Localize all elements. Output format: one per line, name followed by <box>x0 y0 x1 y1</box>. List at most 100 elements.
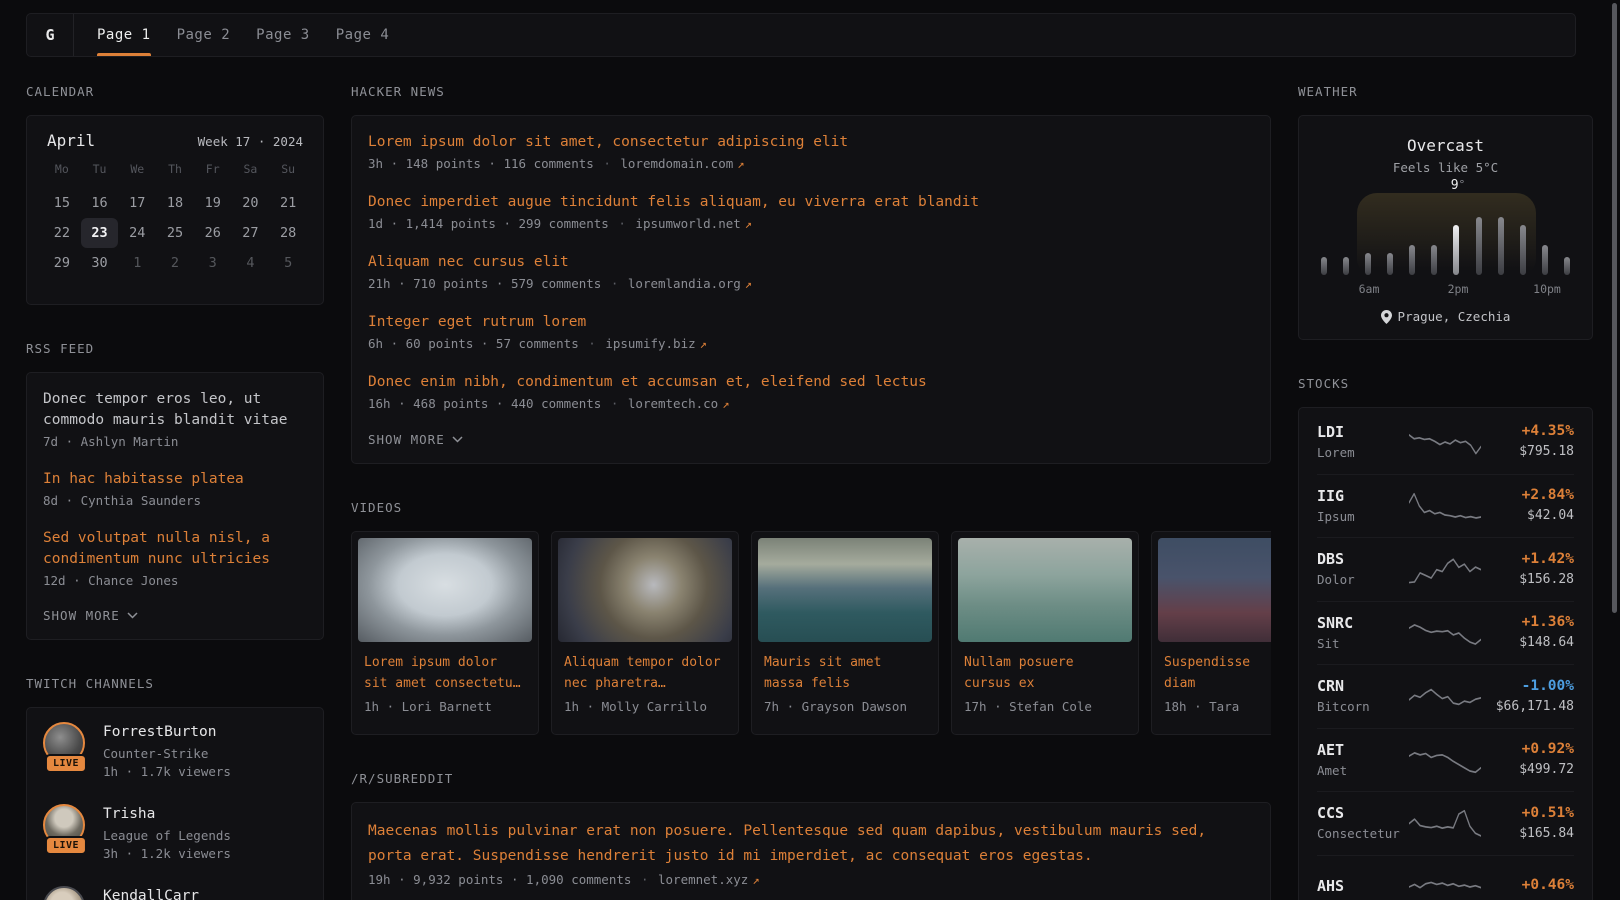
stock-row[interactable]: SNRC Sit +1.36% $148.64 <box>1317 601 1574 665</box>
hn-story-meta: 6h · 60 points · 57 comments · ipsumify.… <box>368 335 1254 353</box>
video-card-body: Aliquam tempor dolor nec pharetra… 1h · … <box>558 642 732 714</box>
hn-story-domain-link[interactable]: ipsumify.biz↗ <box>605 336 707 351</box>
hn-story-title[interactable]: Donec imperdiet augue tincidunt felis al… <box>368 192 1254 213</box>
stock-sparkline <box>1409 614 1481 652</box>
video-thumbnail[interactable] <box>358 538 532 642</box>
stock-row[interactable]: CRN Bitcorn -1.00% $66,171.48 <box>1317 664 1574 728</box>
chevron-down-icon <box>452 436 463 443</box>
reddit-post-domain-link[interactable]: loremnet.xyz↗ <box>658 872 760 887</box>
twitch-section-label: TWITCH CHANNELS <box>26 678 324 690</box>
calendar-weekday: Su <box>269 162 307 176</box>
stock-price: $156.28 <box>1481 571 1574 589</box>
hn-story-stats: 16h · 468 points · 440 comments <box>368 396 601 411</box>
video-thumbnail[interactable] <box>758 538 932 642</box>
twitch-channel-category[interactable]: League of Legends <box>103 826 231 845</box>
hn-story-domain-link[interactable]: loremlandia.org↗ <box>628 276 752 291</box>
reddit-post-title[interactable]: Maecenas mollis pulvinar erat non posuer… <box>368 819 1254 869</box>
hn-story-meta: 16h · 468 points · 440 comments · loremt… <box>368 395 1254 413</box>
rss-item-title[interactable]: Donec tempor eros leo, ut commodo mauris… <box>43 389 307 431</box>
video-title[interactable]: Mauris sit amet massa felis <box>764 652 926 694</box>
weather-hour-bar <box>1520 225 1526 275</box>
hn-story-title[interactable]: Aliquam nec cursus elit <box>368 252 1254 273</box>
hn-story-domain-link[interactable]: ipsumworld.net↗ <box>635 216 752 231</box>
rss-item: In hac habitasse platea 8d · Cynthia Sau… <box>43 469 307 510</box>
stock-price: $148.64 <box>1481 634 1574 652</box>
hn-story-domain-link[interactable]: loremtech.co↗ <box>628 396 730 411</box>
weather-condition: Overcast <box>1321 136 1570 155</box>
video-title[interactable]: Lorem ipsum dolor sit amet consectetu… <box>364 652 526 694</box>
video-title[interactable]: Aliquam tempor dolor nec pharetra… <box>564 652 726 694</box>
stock-price: $795.18 <box>1481 443 1574 461</box>
stock-ticker: IIG <box>1317 486 1409 506</box>
stock-change-percent: +1.36% <box>1481 613 1574 632</box>
twitch-channel-name[interactable]: KendallCarr <box>103 886 199 900</box>
twitch-channel-category[interactable]: Counter-Strike <box>103 744 231 763</box>
video-card: Aliquam tempor dolor nec pharetra… 1h · … <box>551 531 739 735</box>
weather-location: Prague, Czechia <box>1321 309 1570 324</box>
stock-row[interactable]: IIG Ipsum +2.84% $42.04 <box>1317 474 1574 538</box>
stock-row[interactable]: AET Amet +0.92% $499.72 <box>1317 728 1574 792</box>
video-thumbnail[interactable] <box>558 538 732 642</box>
hn-story-domain-link[interactable]: loremdomain.com↗ <box>620 156 744 171</box>
twitch-avatar[interactable]: LIVE <box>43 804 89 863</box>
hn-story: Integer eget rutrum lorem 6h · 60 points… <box>368 312 1254 353</box>
hn-story-title[interactable]: Donec enim nibh, condimentum et accumsan… <box>368 372 1254 393</box>
twitch-channel-info: KendallCarr <box>103 886 199 900</box>
stock-row[interactable]: LDI Lorem +4.35% $795.18 <box>1317 410 1574 474</box>
video-thumbnail[interactable] <box>1158 538 1271 642</box>
hn-show-more-label: SHOW MORE <box>368 432 445 447</box>
rss-show-more-button[interactable]: SHOW MORE <box>43 608 138 623</box>
stock-name: Dolor <box>1317 571 1409 589</box>
rss-widget: RSS FEED Donec tempor eros leo, ut commo… <box>26 343 324 640</box>
reddit-post-domain: loremnet.xyz <box>658 872 748 887</box>
stock-row[interactable]: AHS +0.46% <box>1317 855 1574 900</box>
twitch-avatar[interactable] <box>43 886 89 900</box>
weather-hour-bar <box>1343 257 1349 275</box>
hn-story-title[interactable]: Integer eget rutrum lorem <box>368 312 1254 333</box>
tab-page[interactable]: Page 4 <box>324 14 402 56</box>
videos-widget: VIDEOS Lorem ipsum dolor sit amet consec… <box>351 502 1271 735</box>
weather-hour-bar <box>1542 245 1548 275</box>
calendar-weekday: Th <box>156 162 194 176</box>
video-card-body: Suspendisse diam 18h · Tara <box>1158 642 1271 714</box>
twitch-avatar[interactable]: LIVE <box>43 722 89 781</box>
video-thumbnail[interactable] <box>958 538 1132 642</box>
video-meta: 18h · Tara <box>1164 699 1271 714</box>
hn-story-title[interactable]: Lorem ipsum dolor sit amet, consectetur … <box>368 132 1254 153</box>
app-logo[interactable]: G <box>27 14 73 56</box>
calendar-day: 28 <box>269 218 307 248</box>
hn-story-domain: loremdomain.com <box>620 156 733 171</box>
rss-item-title[interactable]: In hac habitasse platea <box>43 469 307 490</box>
hn-story-stats: 1d · 1,414 points · 299 comments <box>368 216 609 231</box>
stock-ticker: AET <box>1317 740 1409 760</box>
hn-story-meta: 21h · 710 points · 579 comments · loreml… <box>368 275 1254 293</box>
twitch-channel-name[interactable]: ForrestBurton <box>103 722 231 742</box>
meta-separator: · <box>618 216 626 231</box>
calendar-day: 5 <box>269 248 307 278</box>
stock-ticker: LDI <box>1317 422 1409 442</box>
stock-row[interactable]: CCS Consectetur +0.51% $165.84 <box>1317 791 1574 855</box>
top-navigation-bar: G Page 1 Page 2 Page 3 Page 4 <box>26 13 1576 57</box>
stock-values: +0.92% $499.72 <box>1481 740 1574 779</box>
video-card: Mauris sit amet massa felis 7h · Grayson… <box>751 531 939 735</box>
twitch-channel-name[interactable]: Trisha <box>103 804 231 824</box>
hn-story: Lorem ipsum dolor sit amet, consectetur … <box>368 132 1254 173</box>
weather-hour-bar <box>1321 257 1327 275</box>
twitch-channel-row: LIVE ForrestBurton Counter-Strike 1h · 1… <box>43 722 307 781</box>
video-title[interactable]: Nullam posuere cursus ex <box>964 652 1126 694</box>
video-card: Lorem ipsum dolor sit amet consectetu… 1… <box>351 531 539 735</box>
calendar-header: April Week 17 · 2024 <box>43 131 307 150</box>
rss-item-title[interactable]: Sed volutpat nulla nisl, a condimentum n… <box>43 528 307 570</box>
weather-hour-bar <box>1453 225 1459 275</box>
page-tabs: Page 1 Page 2 Page 3 Page 4 <box>84 14 402 56</box>
tab-page[interactable]: Page 2 <box>165 14 243 56</box>
degree-symbol: ° <box>1459 178 1466 191</box>
tab-page[interactable]: Page 1 <box>85 14 163 56</box>
stock-change-percent: +1.42% <box>1481 550 1574 569</box>
video-title[interactable]: Suspendisse diam <box>1164 652 1271 694</box>
scrollbar-thumb[interactable] <box>1612 3 1617 613</box>
hn-show-more-button[interactable]: SHOW MORE <box>368 432 463 447</box>
stock-row[interactable]: DBS Dolor +1.42% $156.28 <box>1317 537 1574 601</box>
tab-page[interactable]: Page 3 <box>244 14 322 56</box>
hn-story-domain: loremtech.co <box>628 396 718 411</box>
